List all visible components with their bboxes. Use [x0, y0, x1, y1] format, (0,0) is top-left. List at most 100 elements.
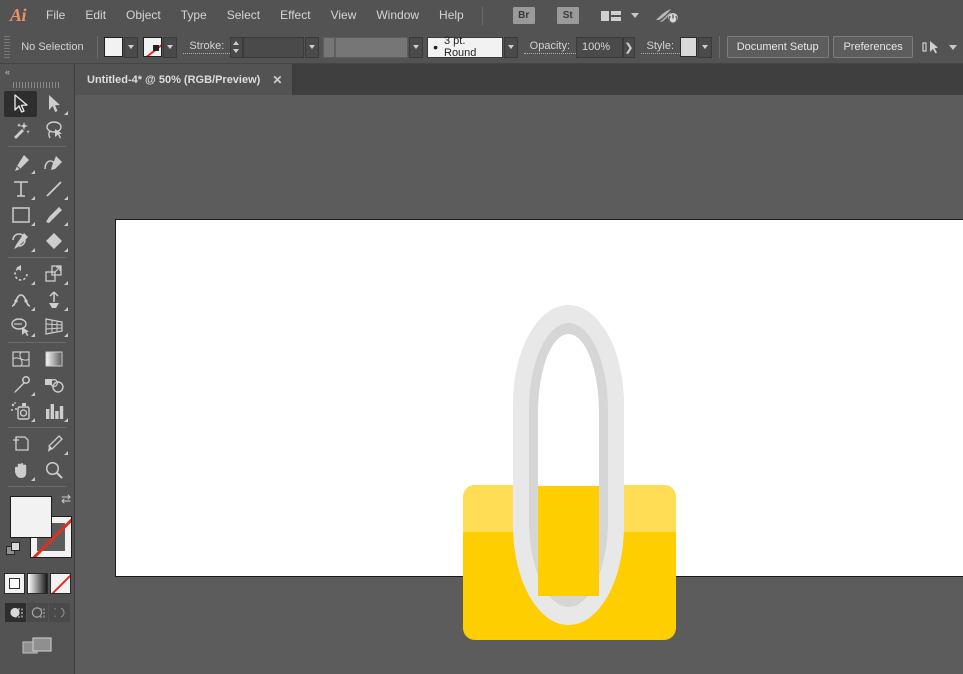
- draw-behind-button[interactable]: [27, 602, 48, 622]
- rotate-tool[interactable]: [4, 261, 37, 287]
- draw-normal-button[interactable]: [5, 602, 26, 622]
- document-setup-button[interactable]: Document Setup: [726, 36, 829, 58]
- paintbrush-tool[interactable]: [37, 202, 70, 228]
- opacity-options-button[interactable]: ❯: [622, 36, 635, 58]
- opacity-input[interactable]: 100%: [576, 36, 623, 58]
- stock-icon[interactable]: St: [556, 7, 579, 24]
- document-tab-bar: Untitled-4* @ 50% (RGB/Preview) ✕: [75, 64, 963, 95]
- control-bar-grip[interactable]: [4, 36, 11, 58]
- stroke-weight-field[interactable]: [242, 36, 305, 58]
- blend-tool[interactable]: [37, 372, 70, 398]
- document-tab[interactable]: Untitled-4* @ 50% (RGB/Preview) ✕: [75, 64, 294, 95]
- change-screen-mode-icon[interactable]: [0, 630, 75, 664]
- menu-item-edit[interactable]: Edit: [75, 0, 116, 31]
- app-logo: Ai: [9, 5, 27, 25]
- stroke-weight-dropdown[interactable]: [305, 36, 320, 58]
- eyedropper-tool[interactable]: [4, 372, 37, 398]
- variable-width-dropdown[interactable]: [409, 36, 423, 58]
- tool-group-navigation: [0, 431, 75, 483]
- rectangle-tool[interactable]: [4, 202, 37, 228]
- menu-item-help[interactable]: Help: [429, 0, 474, 31]
- symbol-sprayer-tool[interactable]: [4, 398, 37, 424]
- stroke-color-dropdown[interactable]: [162, 36, 177, 58]
- scale-tool[interactable]: [37, 261, 70, 287]
- artboard-tool[interactable]: [4, 431, 37, 457]
- tool-group-drawing: [0, 150, 75, 254]
- width-tool[interactable]: [4, 287, 37, 313]
- menu-bar: Ai File Edit Object Type Select Effect V…: [0, 0, 963, 31]
- line-segment-tool[interactable]: [37, 176, 70, 202]
- gradient-tool[interactable]: [37, 346, 70, 372]
- menu-item-select[interactable]: Select: [217, 0, 270, 31]
- padlock-shackle-hole: [538, 334, 599, 596]
- default-fill-stroke-icon[interactable]: [6, 542, 21, 562]
- cloud-sync-icon[interactable]: [654, 7, 680, 25]
- flyout-indicator: [64, 418, 68, 422]
- bridge-icon[interactable]: Br: [512, 7, 535, 24]
- flyout-indicator: [64, 307, 68, 311]
- control-divider-2: [719, 36, 720, 58]
- align-options-chevron-icon[interactable]: [949, 44, 957, 50]
- brush-definition-field[interactable]: • 3 pt. Round: [427, 35, 504, 59]
- draw-mode-buttons: [0, 600, 75, 624]
- brush-definition-label: 3 pt. Round: [444, 35, 477, 59]
- shaper-tool[interactable]: [4, 228, 37, 254]
- menu-item-window[interactable]: Window: [366, 0, 429, 31]
- variable-width-left: [323, 36, 336, 58]
- menu-item-object[interactable]: Object: [116, 0, 171, 31]
- gradient-mode-button[interactable]: [27, 572, 48, 594]
- close-icon[interactable]: ✕: [272, 74, 282, 86]
- stroke-color-swatch[interactable]: [143, 37, 162, 57]
- flyout-indicator: [64, 196, 68, 200]
- lasso-tool[interactable]: [37, 117, 70, 143]
- brush-definition-dropdown[interactable]: [504, 36, 519, 58]
- graphic-style-dropdown[interactable]: [698, 36, 712, 58]
- free-transform-tool[interactable]: [37, 287, 70, 313]
- type-tool[interactable]: [4, 176, 37, 202]
- menu-item-view[interactable]: View: [321, 0, 367, 31]
- chevron-down-icon[interactable]: [630, 13, 639, 18]
- menu-item-type[interactable]: Type: [171, 0, 217, 31]
- fill-color-swatch[interactable]: [104, 37, 123, 57]
- zoom-tool[interactable]: [37, 457, 70, 483]
- perspective-grid-tool[interactable]: [37, 313, 70, 339]
- mesh-tool[interactable]: [4, 346, 37, 372]
- magic-wand-tool[interactable]: [4, 117, 37, 143]
- menu-item-effect[interactable]: Effect: [270, 0, 320, 31]
- opacity-label[interactable]: Opacity:: [523, 40, 577, 54]
- stroke-weight-label[interactable]: Stroke:: [183, 40, 231, 54]
- fill-color-dropdown[interactable]: [123, 36, 138, 58]
- column-graph-tool[interactable]: [37, 398, 70, 424]
- menu-item-file[interactable]: File: [36, 0, 75, 31]
- eraser-tool[interactable]: [37, 228, 70, 254]
- collapse-panel-icon[interactable]: «: [5, 67, 10, 77]
- padlock-illustration[interactable]: [463, 295, 678, 640]
- canvas-area[interactable]: [75, 95, 963, 674]
- tool-divider-2: [8, 257, 66, 258]
- curvature-tool[interactable]: [37, 150, 70, 176]
- align-to-selection-icon[interactable]: [922, 39, 940, 55]
- none-mode-button[interactable]: [50, 572, 71, 594]
- color-mode-button[interactable]: [4, 572, 25, 594]
- selection-tool[interactable]: [4, 91, 37, 117]
- draw-inside-button[interactable]: [49, 602, 70, 622]
- illustrator-window: Ai File Edit Object Type Select Effect V…: [0, 0, 963, 674]
- direct-selection-tool[interactable]: [37, 91, 70, 117]
- preferences-button[interactable]: Preferences: [833, 36, 913, 58]
- variable-width-profile-field[interactable]: [335, 36, 409, 58]
- stroke-weight-stepper[interactable]: [230, 36, 243, 58]
- control-bar: No Selection Stroke: • 3 pt. Round Opaci…: [0, 31, 963, 64]
- shape-builder-tool[interactable]: [4, 313, 37, 339]
- pen-tool[interactable]: [4, 150, 37, 176]
- flyout-indicator: [64, 281, 68, 285]
- arrange-documents-icon[interactable]: [600, 9, 622, 23]
- style-label[interactable]: Style:: [640, 40, 681, 54]
- hand-tool[interactable]: [4, 457, 37, 483]
- slice-tool[interactable]: [37, 431, 70, 457]
- swap-fill-stroke-icon[interactable]: ⇄: [61, 492, 71, 506]
- fill-indicator[interactable]: [10, 496, 52, 538]
- graphic-style-swatch[interactable]: [680, 37, 698, 57]
- padlock-shackle[interactable]: [513, 305, 624, 625]
- tools-panel-grip[interactable]: [0, 79, 74, 91]
- control-divider-1: [96, 36, 98, 58]
